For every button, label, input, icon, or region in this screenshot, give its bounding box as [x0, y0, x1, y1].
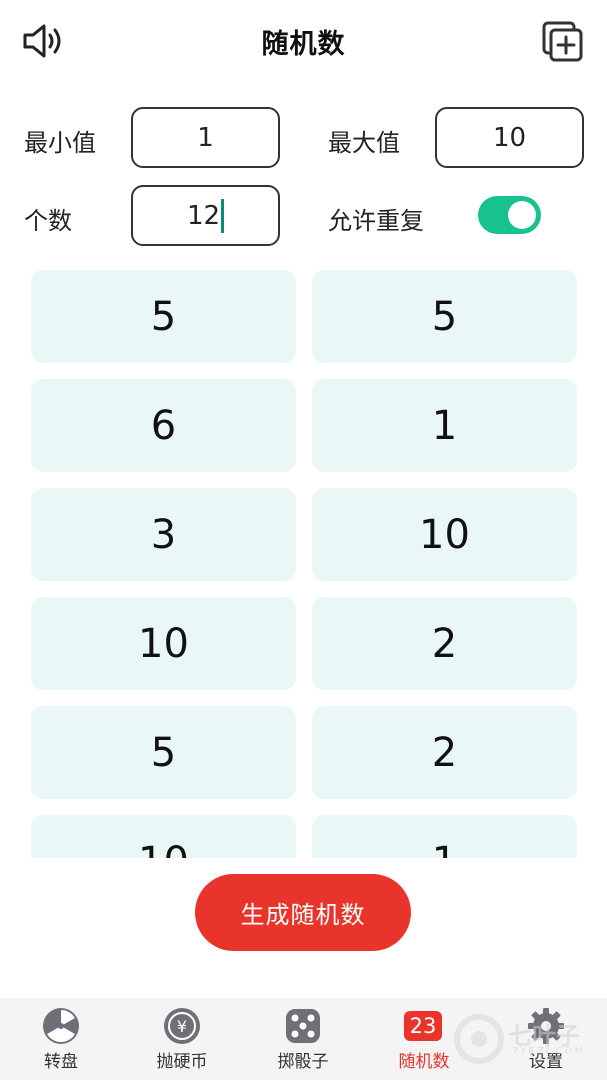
count-input[interactable]: 12	[131, 185, 280, 246]
nav-item-dice[interactable]: 掷骰子	[242, 998, 364, 1080]
dice-icon	[286, 1009, 320, 1043]
result-cell: 1	[312, 379, 577, 472]
app-header: 随机数	[0, 0, 607, 84]
generate-button[interactable]: 生成随机数	[195, 874, 411, 951]
add-window-icon[interactable]	[541, 20, 585, 64]
result-cell: 10	[312, 488, 577, 581]
repeat-label: 允许重复	[328, 207, 424, 235]
result-cell: 2	[312, 597, 577, 690]
result-cell: 5	[312, 270, 577, 363]
results-list[interactable]: 556131010252101	[0, 268, 607, 858]
result-cell: 1	[312, 815, 577, 858]
max-input[interactable]: 10	[435, 107, 584, 168]
result-cell: 5	[31, 706, 296, 799]
results-grid: 556131010252101	[31, 270, 577, 858]
result-cell: 2	[312, 706, 577, 799]
result-cell: 6	[31, 379, 296, 472]
result-cell: 10	[31, 597, 296, 690]
watermark-subtext: 7YEZI.COM	[512, 1046, 586, 1057]
count-label: 个数	[24, 207, 72, 235]
min-input[interactable]: 1	[131, 107, 280, 168]
max-label: 最大值	[328, 129, 400, 157]
leaf-logo-icon	[454, 1014, 504, 1064]
nav-label-dice: 掷骰子	[277, 1052, 329, 1072]
nav-item-coin[interactable]: ¥ 抛硬币	[121, 998, 243, 1080]
count-value: 12	[186, 200, 221, 231]
wheel-icon	[43, 1008, 79, 1044]
toggle-knob	[508, 201, 536, 229]
coin-icon: ¥	[164, 1008, 200, 1044]
nav-label-wheel: 转盘	[44, 1052, 78, 1072]
number-icon: 23	[404, 1011, 442, 1041]
watermark: 七叶子 7YEZI.COM	[452, 1004, 602, 1074]
result-cell: 5	[31, 270, 296, 363]
allow-repeat-toggle[interactable]	[478, 196, 541, 234]
result-cell: 10	[31, 815, 296, 858]
page-title: 随机数	[261, 29, 346, 60]
text-caret	[221, 198, 225, 233]
svg-text:¥: ¥	[177, 1017, 187, 1036]
nav-item-wheel[interactable]: 转盘	[0, 998, 122, 1080]
nav-label-coin: 抛硬币	[156, 1052, 208, 1072]
result-cell: 3	[31, 488, 296, 581]
min-label: 最小值	[24, 129, 96, 157]
